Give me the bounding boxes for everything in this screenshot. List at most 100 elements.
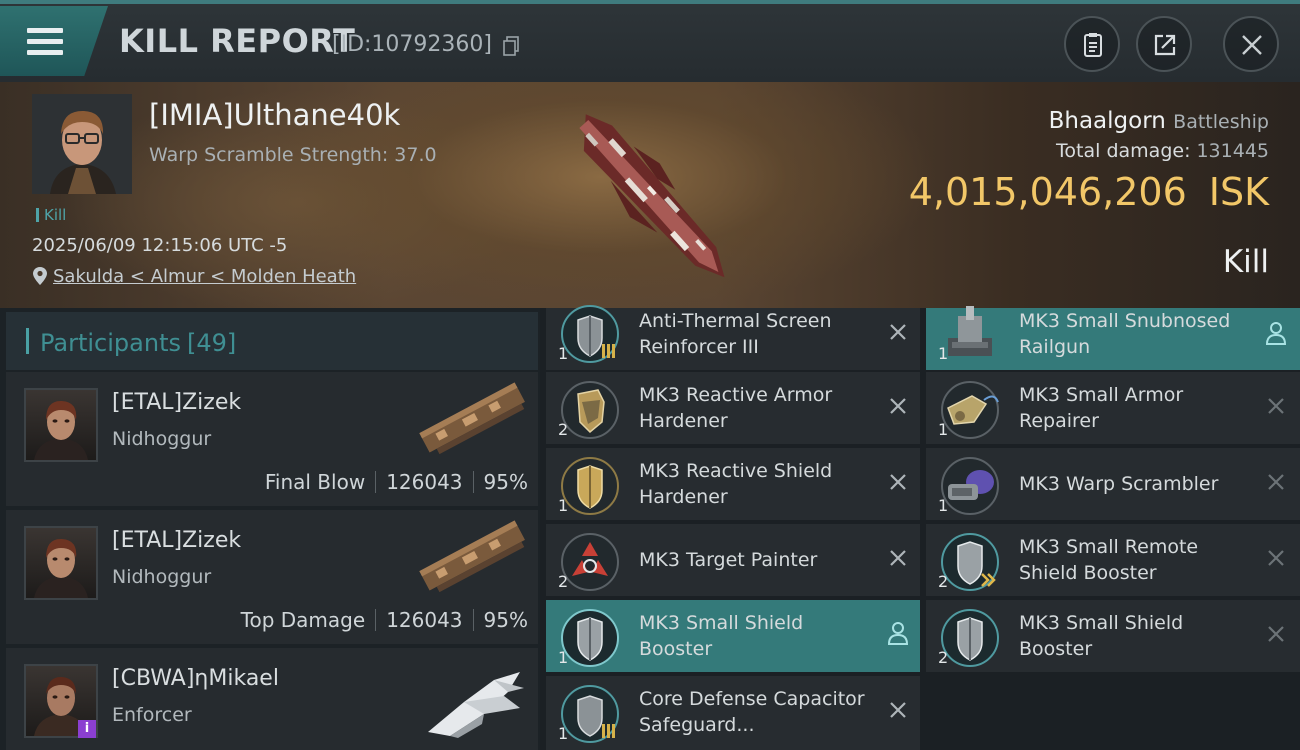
participant-role: Top Damage — [240, 608, 366, 632]
ship-name: Bhaalgorn — [1048, 108, 1166, 134]
module-item[interactable]: 1 MK3 Small Snubnosed Railgun — [926, 306, 1300, 370]
module-name: MK3 Reactive Shield Hardener — [639, 460, 833, 508]
kill-datetime: 2025/06/09 12:15:06 UTC -5 — [32, 235, 288, 256]
victim-panel: [IMIA]Ulthane40k Warp Scramble Strength:… — [0, 82, 1300, 308]
module-item[interactable]: 2 MK3 Small Remote Shield Booster — [926, 524, 1300, 596]
clipboard-icon — [1084, 33, 1102, 57]
module-qty: 1 — [938, 420, 949, 439]
close-icon[interactable] — [1264, 546, 1288, 570]
copy-icon[interactable] — [503, 36, 520, 56]
participant-row[interactable]: i [CBWA]ηMikael Enforcer — [6, 648, 538, 750]
close-icon[interactable] — [1264, 394, 1288, 418]
victim-ship-image — [579, 114, 725, 278]
total-damage: Total damage: 131445 — [1056, 140, 1269, 162]
participant-ship: Enforcer — [112, 704, 192, 726]
module-name: MK3 Small Shield Booster — [639, 612, 804, 660]
top-bar: KILL REPORT [ID:10792360] — [0, 0, 1300, 82]
victim-avatar[interactable] — [32, 94, 132, 194]
participant-avatar — [24, 388, 98, 462]
kill-tag: Kill — [36, 206, 66, 224]
module-name: MK3 Reactive Armor Hardener — [639, 384, 833, 432]
page-title: KILL REPORT — [119, 22, 356, 60]
participants-panel: Participants[49] [ETAL]Zizek Nidhoggur — [0, 308, 540, 750]
participant-ship-image — [419, 520, 525, 593]
module-item[interactable]: 1 MK3 Warp Scrambler — [926, 448, 1300, 520]
participant-ship-image — [428, 672, 524, 738]
close-button[interactable] — [1223, 16, 1279, 72]
close-icon[interactable] — [886, 394, 910, 418]
close-icon — [1242, 35, 1262, 55]
participant-stats: Top Damage 126043 95% — [241, 608, 528, 632]
module-item[interactable]: 1 MK3 Reactive Shield Hardener — [546, 448, 920, 520]
participants-header: Participants [49] — [6, 312, 538, 370]
close-icon[interactable] — [886, 698, 910, 722]
module-name: MK3 Target Painter — [639, 549, 818, 571]
module-name: MK3 Warp Scrambler — [1019, 473, 1219, 495]
close-icon[interactable] — [886, 320, 910, 344]
module-qty: 1 — [938, 344, 949, 363]
location-text: Sakulda < Almur < Molden Heath — [53, 266, 357, 287]
participant-ship: Nidhoggur — [112, 566, 212, 588]
module-item[interactable]: 1 MK3 Small Shield Booster — [546, 600, 920, 672]
isk-amount: 4,015,046,206 — [908, 170, 1187, 214]
module-name: MK3 Small Remote Shield Booster — [1019, 536, 1199, 584]
module-qty: 1 — [558, 344, 569, 363]
share-icon — [1154, 34, 1176, 56]
isk-unit: ISK — [1208, 170, 1269, 214]
module-qty: 2 — [558, 572, 569, 591]
module-qty: 2 — [938, 648, 949, 667]
module-item[interactable]: 1 MK3 Small Armor Repairer — [926, 372, 1300, 444]
participant-row[interactable]: [ETAL]Zizek Nidhoggur Final Blow 126043 95… — [6, 372, 538, 506]
participant-row[interactable]: [ETAL]Zizek Nidhoggur Top Damage 126043 95… — [6, 510, 538, 644]
pilot-icon[interactable] — [886, 620, 910, 646]
participants-count: [49] — [186, 329, 237, 357]
close-icon[interactable] — [1264, 470, 1288, 494]
participant-name: [ETAL]Zizek — [112, 390, 242, 415]
participant-damage: 126043 — [386, 470, 463, 494]
location-link[interactable]: Sakulda < Almur < Molden Heath — [32, 266, 356, 287]
participants-label: Participants — [40, 329, 181, 357]
participant-percent: 95% — [483, 608, 528, 632]
menu-button[interactable] — [0, 6, 108, 76]
hamburger-icon — [27, 28, 63, 56]
module-qty: 2 — [938, 572, 949, 591]
module-item[interactable]: 2 MK3 Reactive Armor Hardener — [546, 372, 920, 444]
participant-avatar — [24, 526, 98, 600]
total-damage-label: Total damage: — [1056, 140, 1191, 162]
module-item[interactable]: 2 MK3 Target Painter — [546, 524, 920, 596]
ship-class: Battleship — [1173, 111, 1269, 133]
report-button[interactable] — [1064, 16, 1120, 72]
result-label: Kill — [1222, 244, 1269, 280]
victim-name[interactable]: [IMIA]Ulthane40k — [149, 98, 400, 132]
module-name: Anti-Thermal Screen Reinforcer III — [639, 310, 832, 358]
participant-stats: Final Blow 126043 95% — [265, 470, 528, 494]
total-damage-value: 131445 — [1196, 140, 1269, 162]
module-item[interactable]: 1 Anti-Thermal Screen Reinforcer III — [546, 305, 920, 370]
kill-id: [ID:10792360] — [332, 32, 492, 57]
module-item[interactable]: 1 Core Defense Capacitor Safeguard... — [546, 676, 920, 750]
info-icon[interactable]: i — [78, 720, 96, 738]
participant-name: [ETAL]Zizek — [112, 528, 242, 553]
module-name: MK3 Small Shield Booster — [1019, 612, 1184, 660]
module-name: MK3 Small Armor Repairer — [1019, 384, 1184, 432]
module-qty: 1 — [558, 496, 569, 515]
module-qty: 1 — [558, 724, 569, 743]
share-button[interactable] — [1136, 16, 1192, 72]
victim-ship[interactable]: Bhaalgorn Battleship — [1049, 108, 1269, 134]
module-qty: 1 — [558, 648, 569, 667]
warp-scramble-strength: Warp Scramble Strength: 37.0 — [149, 144, 437, 166]
participant-ship: Nidhoggur — [112, 428, 212, 450]
close-icon[interactable] — [886, 546, 910, 570]
location-pin-icon — [33, 267, 47, 285]
module-item[interactable]: 2 MK3 Small Shield Booster — [926, 600, 1300, 672]
close-icon[interactable] — [886, 470, 910, 494]
module-name: MK3 Small Snubnosed Railgun — [1019, 310, 1231, 358]
participant-ship-image — [419, 382, 525, 455]
participant-percent: 95% — [483, 470, 528, 494]
isk-value: 4,015,046,206 ISK — [909, 170, 1269, 214]
participant-role: Final Blow — [264, 470, 366, 494]
participant-name: [CBWA]ηMikael — [112, 666, 279, 691]
close-icon[interactable] — [1264, 622, 1288, 646]
module-qty: 1 — [938, 496, 949, 515]
pilot-icon[interactable] — [1264, 320, 1288, 346]
